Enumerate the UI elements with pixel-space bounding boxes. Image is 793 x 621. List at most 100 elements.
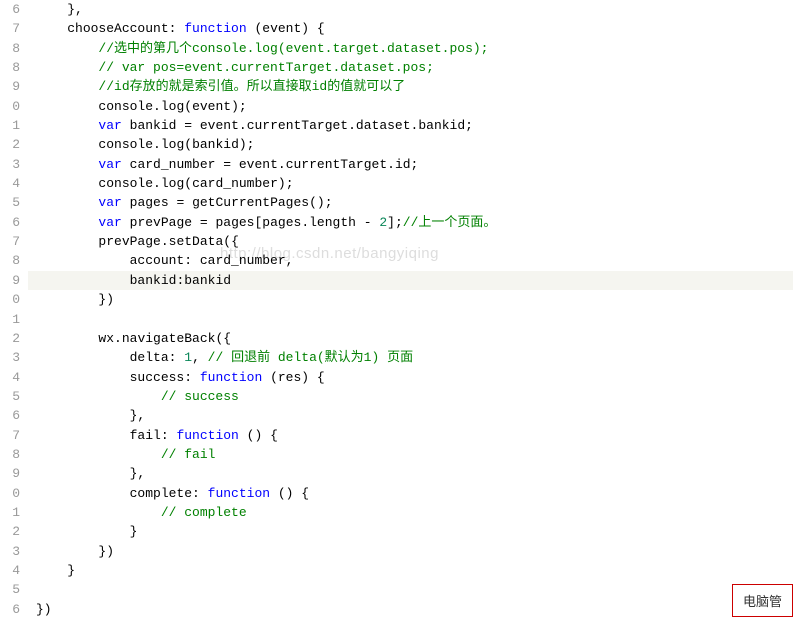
line-number: 6 xyxy=(0,600,20,619)
token-punct: () { xyxy=(270,486,309,501)
popup-notification[interactable]: 电脑管 xyxy=(732,584,793,617)
token-punct: : xyxy=(192,486,208,501)
code-line[interactable]: } xyxy=(28,561,793,580)
line-number: 5 xyxy=(0,387,20,406)
code-line[interactable]: console.log(card_number); xyxy=(28,174,793,193)
code-line[interactable]: delta: 1, // 回退前 delta(默认为1) 页面 xyxy=(28,348,793,367)
code-line[interactable]: wx.navigateBack({ xyxy=(28,329,793,348)
line-number: 0 xyxy=(0,484,20,503)
code-line[interactable]: console.log(bankid); xyxy=(28,135,793,154)
code-line[interactable]: //id存放的就是索引值。所以直接取id的值就可以了 xyxy=(28,77,793,96)
code-line[interactable] xyxy=(28,580,793,599)
line-number: 8 xyxy=(0,251,20,270)
line-number: 4 xyxy=(0,174,20,193)
line-number: 2 xyxy=(0,135,20,154)
token-ident: currentTarget xyxy=(286,157,387,172)
token-punct: ({ xyxy=(215,331,231,346)
token-punct: }) xyxy=(98,292,114,307)
code-line[interactable]: prevPage.setData({ xyxy=(28,232,793,251)
token-ident: prevPage xyxy=(98,234,160,249)
line-number: 9 xyxy=(0,271,20,290)
line-number: 2 xyxy=(0,329,20,348)
token-punct: . xyxy=(153,176,161,191)
code-line[interactable]: }) xyxy=(28,542,793,561)
token-ident: complete xyxy=(130,486,192,501)
code-line[interactable]: // success xyxy=(28,387,793,406)
token-ident: id xyxy=(395,157,411,172)
token-comment: // fail xyxy=(161,447,216,462)
code-line[interactable]: bankid:bankid xyxy=(28,271,793,290)
token-punct xyxy=(122,157,130,172)
code-line[interactable]: }, xyxy=(28,406,793,425)
code-line[interactable]: }, xyxy=(28,464,793,483)
token-ident: card_number xyxy=(192,176,278,191)
code-line[interactable]: chooseAccount: function (event) { xyxy=(28,19,793,38)
code-line[interactable]: // var pos=event.currentTarget.dataset.p… xyxy=(28,58,793,77)
token-punct: ) { xyxy=(301,370,324,385)
line-number: 0 xyxy=(0,290,20,309)
token-ident: card_number xyxy=(130,157,216,172)
code-line[interactable]: } xyxy=(28,522,793,541)
line-number: 5 xyxy=(0,193,20,212)
token-ident: fail xyxy=(130,428,161,443)
line-number: 1 xyxy=(0,310,20,329)
token-kw: function xyxy=(208,486,270,501)
token-kw: function xyxy=(184,21,246,36)
code-line[interactable]: }, xyxy=(28,0,793,19)
token-punct: . xyxy=(161,234,169,249)
token-ident: setData xyxy=(169,234,224,249)
code-line[interactable]: success: function (res) { xyxy=(28,368,793,387)
code-line[interactable]: var prevPage = pages[pages.length - 2];/… xyxy=(28,213,793,232)
code-editor[interactable]: 67889012345678901234567890123456 }, choo… xyxy=(0,0,793,619)
line-number-gutter: 67889012345678901234567890123456 xyxy=(0,0,28,619)
line-number: 3 xyxy=(0,155,20,174)
code-line[interactable] xyxy=(28,310,793,329)
code-line[interactable]: // fail xyxy=(28,445,793,464)
code-line[interactable]: var pages = getCurrentPages(); xyxy=(28,193,793,212)
code-line[interactable]: }) xyxy=(28,600,793,619)
line-number: 5 xyxy=(0,580,20,599)
token-ident: console xyxy=(98,137,153,152)
code-line[interactable]: complete: function () { xyxy=(28,484,793,503)
token-punct: . xyxy=(301,215,309,230)
code-line[interactable]: // complete xyxy=(28,503,793,522)
token-ident: bankid xyxy=(184,273,231,288)
token-punct: = xyxy=(169,195,192,210)
token-ident: event xyxy=(239,157,278,172)
token-punct: ({ xyxy=(223,234,239,249)
token-punct: () { xyxy=(239,428,278,443)
token-ident: event xyxy=(192,99,231,114)
token-kw: var xyxy=(98,118,121,133)
token-punct: (); xyxy=(309,195,332,210)
token-punct: . xyxy=(239,118,247,133)
line-number: 7 xyxy=(0,426,20,445)
token-punct: ); xyxy=(231,99,247,114)
line-number: 1 xyxy=(0,503,20,522)
line-number: 8 xyxy=(0,39,20,58)
token-ident: currentTarget xyxy=(247,118,348,133)
code-line[interactable]: fail: function () { xyxy=(28,426,793,445)
code-line[interactable]: var card_number = event.currentTarget.id… xyxy=(28,155,793,174)
token-punct: : xyxy=(161,428,177,443)
token-punct: ( xyxy=(247,21,263,36)
code-line[interactable]: var bankid = event.currentTarget.dataset… xyxy=(28,116,793,135)
token-comment: // var pos=event.currentTarget.dataset.p… xyxy=(98,60,433,75)
token-kw: function xyxy=(176,428,238,443)
line-number: 7 xyxy=(0,19,20,38)
token-punct xyxy=(122,215,130,230)
line-number: 3 xyxy=(0,348,20,367)
line-number: 4 xyxy=(0,561,20,580)
token-punct: . xyxy=(348,118,356,133)
line-number: 9 xyxy=(0,77,20,96)
token-kw: var xyxy=(98,215,121,230)
token-ident: console xyxy=(98,176,153,191)
code-line[interactable]: account: card_number, xyxy=(28,251,793,270)
code-line[interactable]: //选中的第几个console.log(event.target.dataset… xyxy=(28,39,793,58)
code-line[interactable]: }) xyxy=(28,290,793,309)
token-ident: getCurrentPages xyxy=(192,195,309,210)
code-area[interactable]: }, chooseAccount: function (event) { //选… xyxy=(28,0,793,619)
token-punct: } xyxy=(67,563,75,578)
token-ident: dataset xyxy=(356,118,411,133)
code-line[interactable]: console.log(event); xyxy=(28,97,793,116)
line-number: 8 xyxy=(0,58,20,77)
